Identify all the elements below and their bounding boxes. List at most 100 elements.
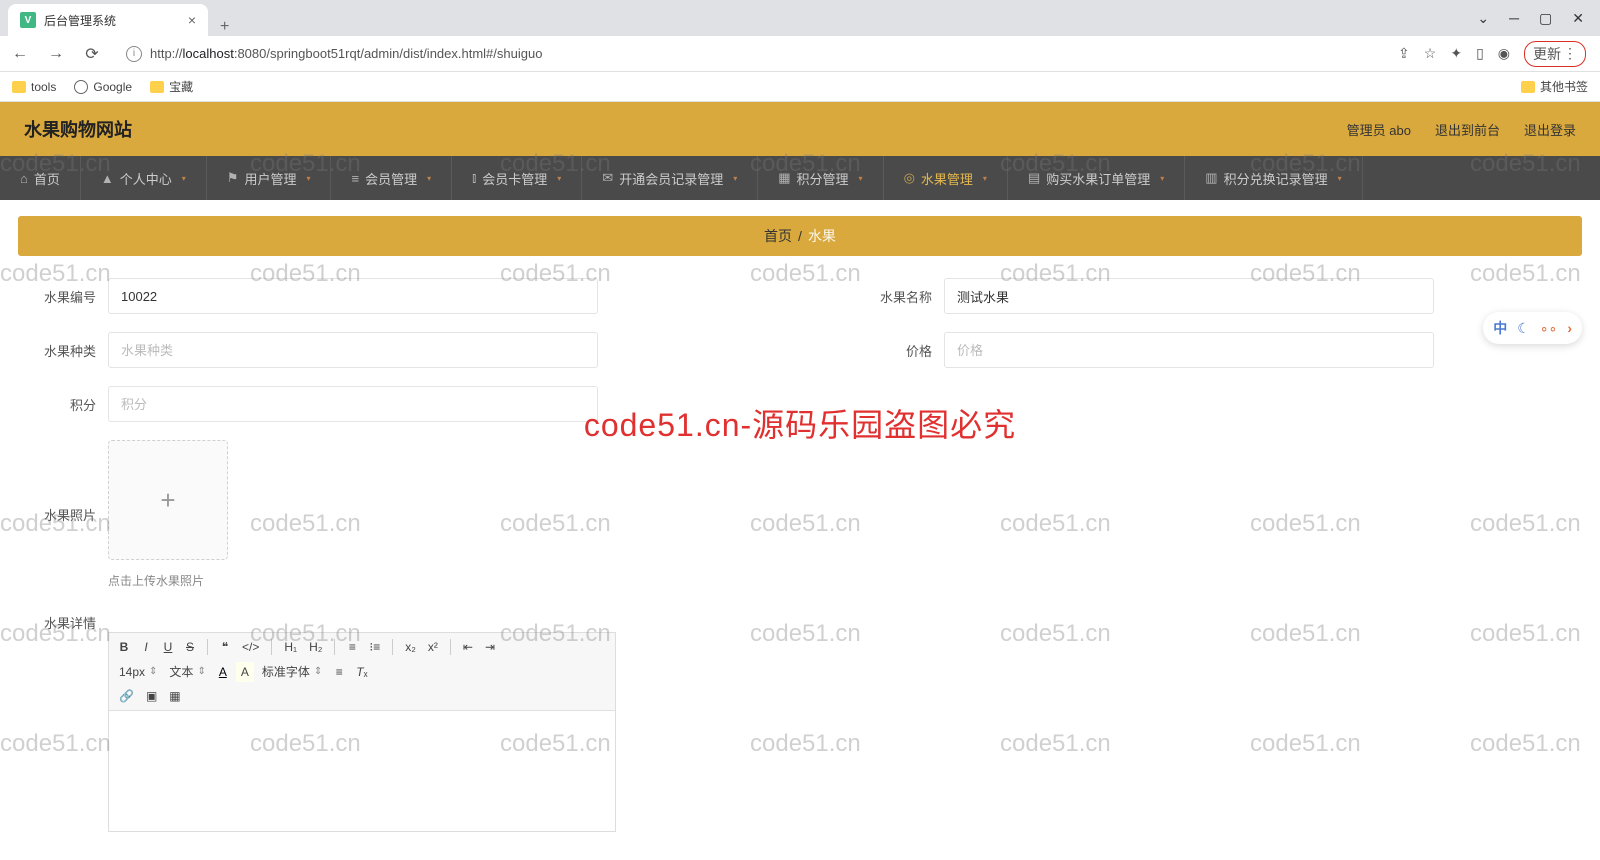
rich-editor: B I U S ❝ </> H₁ H₂ ≡ ⁝≡ x₂ x² ⇤ ⇥	[108, 632, 616, 832]
label-fruit-id: 水果编号	[24, 287, 96, 306]
clear-format-button[interactable]: Tₓ	[352, 662, 371, 682]
text-color-button[interactable]: A	[214, 662, 232, 682]
tab-title: 后台管理系统	[44, 12, 180, 29]
dots-icon[interactable]: ∘∘	[1540, 320, 1558, 337]
chevron-down-icon: ▾	[306, 174, 310, 183]
input-points[interactable]	[108, 386, 598, 422]
sub-button[interactable]: x₂	[401, 637, 420, 657]
reload-button[interactable]: ⟳	[80, 44, 104, 64]
logout-front-link[interactable]: 退出到前台	[1435, 120, 1500, 139]
chevron-right-icon[interactable]: ›	[1567, 320, 1572, 336]
folder-icon	[1521, 81, 1535, 93]
nav-user-mgmt[interactable]: ⚑用户管理▾	[207, 156, 332, 200]
upload-hint: 点击上传水果照片	[108, 572, 204, 589]
profile-icon[interactable]: ◉	[1498, 45, 1510, 62]
bookmark-tools[interactable]: tools	[12, 80, 56, 94]
input-fruit-id[interactable]	[108, 278, 598, 314]
share-icon[interactable]: ⇪	[1398, 45, 1410, 62]
quote-button[interactable]: ❝	[216, 637, 234, 657]
new-tab-button[interactable]: +	[208, 18, 241, 36]
bold-button[interactable]: B	[115, 637, 133, 657]
nav-exchange-mgmt[interactable]: ▥积分兑换记录管理▾	[1185, 156, 1362, 200]
fontsize-select[interactable]: 14px	[115, 663, 161, 681]
target-icon: ◎	[904, 170, 915, 186]
nav-open-record[interactable]: ✉开通会员记录管理▾	[582, 156, 758, 200]
folder-icon	[12, 81, 26, 93]
url-text: http://localhost:8080/springboot51rqt/ad…	[150, 46, 542, 61]
content-area: 首页 / 水果 水果编号 水果名称 水果种类 价格 积分 水果照片	[0, 200, 1600, 848]
upload-box[interactable]: +	[108, 440, 228, 560]
chevron-down-icon: ▾	[1338, 174, 1342, 183]
sup-button[interactable]: x²	[424, 637, 442, 657]
strike-button[interactable]: S	[181, 637, 199, 657]
video-button[interactable]: ▦	[165, 686, 184, 706]
star-icon[interactable]: ☆	[1424, 45, 1437, 62]
update-button[interactable]: 更新 ⋮	[1524, 41, 1586, 67]
nav-member-mgmt[interactable]: ≡会员管理▾	[331, 156, 452, 200]
chevron-down-icon: ▾	[182, 174, 186, 183]
nav-points-mgmt[interactable]: ▦积分管理▾	[758, 156, 883, 200]
globe-icon	[74, 80, 88, 94]
image-button[interactable]: ▣	[142, 686, 161, 706]
h2-button[interactable]: H₂	[305, 637, 326, 657]
extensions-icon[interactable]: ✦	[1450, 45, 1462, 62]
admin-label[interactable]: 管理员 abo	[1347, 120, 1411, 139]
select-fruit-type[interactable]	[108, 332, 598, 368]
ul-button[interactable]: ⁝≡	[365, 637, 384, 657]
nav-fruit-mgmt[interactable]: ◎水果管理▾	[884, 156, 1008, 200]
bg-color-button[interactable]: A	[236, 662, 254, 682]
chevron-down-icon: ▾	[859, 174, 863, 183]
nav-order-mgmt[interactable]: ▤购买水果订单管理▾	[1008, 156, 1185, 200]
editor-section: 水果详情 B I U S ❝ </> H₁ H₂ ≡ ⁝≡ x₂ x²	[18, 613, 1582, 832]
url-bar[interactable]: i http://localhost:8080/springboot51rqt/…	[116, 40, 1386, 68]
back-button[interactable]: ←	[8, 45, 32, 63]
fontfamily-select[interactable]: 标准字体	[258, 661, 326, 682]
underline-button[interactable]: U	[159, 637, 177, 657]
panel-icon[interactable]: ▯	[1476, 45, 1484, 62]
forward-button[interactable]: →	[44, 45, 68, 63]
vue-icon: V	[20, 12, 36, 28]
lang-zh-icon[interactable]: 中	[1493, 318, 1507, 338]
ol-button[interactable]: ≡	[343, 637, 361, 657]
input-price[interactable]	[944, 332, 1434, 368]
breadcrumb-home[interactable]: 首页	[764, 226, 792, 246]
window-controls: ⌄ ─ ▢ ✕	[1461, 0, 1600, 36]
nav-home[interactable]: ⌂首页	[0, 156, 81, 200]
row-fruit-name: 水果名称	[860, 278, 1576, 314]
chevron-down-icon: ▾	[733, 174, 737, 183]
maximize-icon[interactable]: ▢	[1539, 10, 1552, 27]
close-window-icon[interactable]: ✕	[1572, 10, 1584, 27]
link-button[interactable]: 🔗	[115, 686, 138, 706]
breadcrumb-current: 水果	[808, 226, 836, 246]
code-button[interactable]: </>	[238, 637, 263, 657]
minimize-icon[interactable]: ─	[1509, 10, 1519, 26]
plus-icon: +	[160, 485, 175, 516]
moon-icon[interactable]: ☾	[1517, 320, 1530, 337]
site-info-icon[interactable]: i	[126, 46, 142, 62]
italic-button[interactable]: I	[137, 637, 155, 657]
nav-personal[interactable]: ▲个人中心▾	[81, 156, 207, 200]
chevron-down-icon: ▾	[427, 174, 431, 183]
outdent-button[interactable]: ⇥	[481, 637, 499, 657]
other-bookmarks[interactable]: 其他书签	[1521, 78, 1588, 95]
bookmark-baozang[interactable]: 宝藏	[150, 78, 193, 95]
chevron-down-icon[interactable]: ⌄	[1477, 10, 1489, 27]
close-tab-icon[interactable]: ×	[188, 12, 196, 28]
bookmark-google[interactable]: Google	[74, 80, 132, 94]
align-button[interactable]: ≡	[330, 662, 348, 682]
row-fruit-type: 水果种类	[24, 332, 740, 368]
texttype-select[interactable]: 文本	[165, 661, 209, 682]
input-fruit-name[interactable]	[944, 278, 1434, 314]
indent-button[interactable]: ⇤	[459, 637, 477, 657]
browser-tab[interactable]: V 后台管理系统 ×	[8, 4, 208, 36]
logout-link[interactable]: 退出登录	[1524, 120, 1576, 139]
grid-icon: ▦	[778, 170, 790, 186]
main-nav: ⌂首页 ▲个人中心▾ ⚑用户管理▾ ≡会员管理▾ ⫾会员卡管理▾ ✉开通会员记录…	[0, 156, 1600, 200]
nav-card-mgmt[interactable]: ⫾会员卡管理▾	[452, 156, 582, 200]
editor-body[interactable]	[109, 711, 615, 831]
h1-button[interactable]: H₁	[280, 637, 301, 657]
row-points: 积分	[24, 386, 740, 422]
bookmarks-bar: tools Google 宝藏 其他书签	[0, 72, 1600, 102]
floating-lang-widget[interactable]: 中 ☾ ∘∘ ›	[1483, 312, 1582, 344]
breadcrumb-separator: /	[798, 228, 802, 244]
